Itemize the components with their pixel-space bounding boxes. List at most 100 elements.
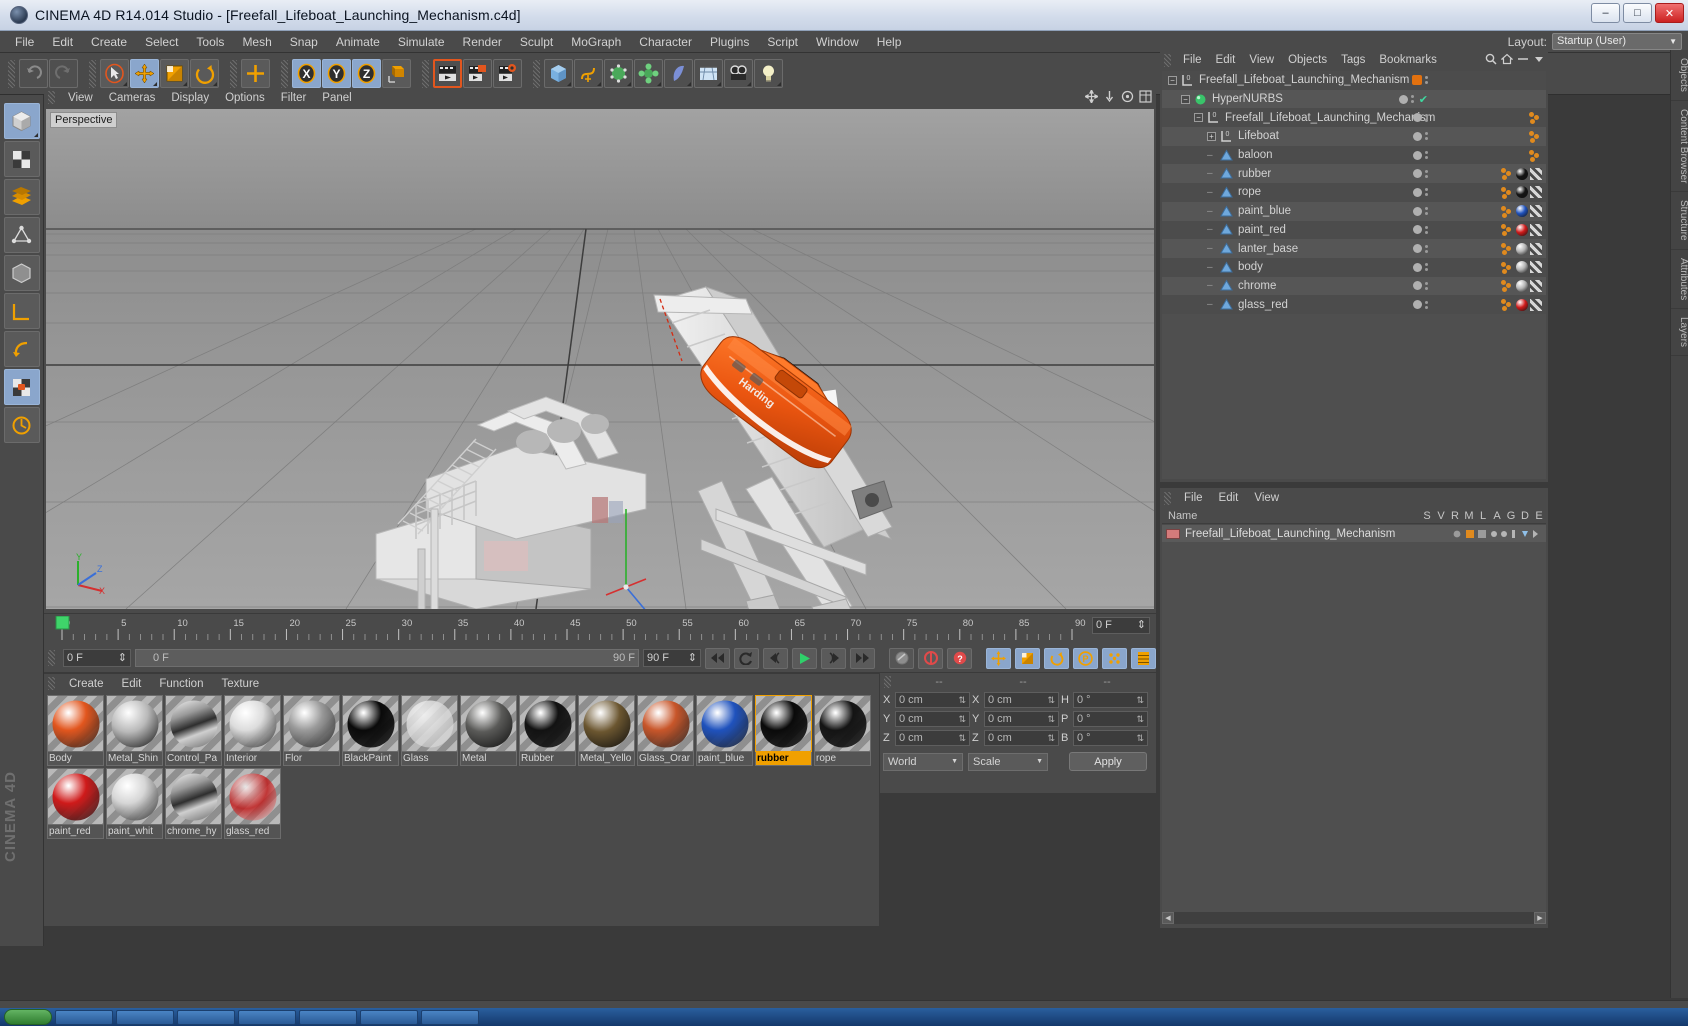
panel-grip[interactable]	[48, 677, 55, 690]
timeline-current-frame-field[interactable]: 0 F ⇕	[1092, 617, 1150, 634]
menu-file[interactable]: File	[6, 31, 43, 53]
stepper-icon[interactable]: ⇅	[1136, 693, 1144, 707]
taskbar-item[interactable]	[116, 1009, 174, 1025]
material-preview[interactable]	[814, 695, 871, 752]
visibility-editor-render-dots[interactable]	[1425, 263, 1428, 272]
coordinate-scale-select[interactable]: Scale ▼	[968, 752, 1048, 771]
visibility-editor-render-dots[interactable]	[1425, 207, 1428, 216]
menu-help[interactable]: Help	[868, 31, 911, 53]
menu-character[interactable]: Character	[630, 31, 701, 53]
material-tag-icon[interactable]	[1516, 223, 1528, 236]
stepper-icon[interactable]: ⇕	[688, 650, 697, 666]
tree-expander[interactable]: +	[1207, 131, 1216, 141]
visibility-dot-icon[interactable]	[1413, 225, 1422, 235]
rail-tab-content-browser[interactable]: Content Browser	[1671, 101, 1688, 193]
material-swatch[interactable]: Body	[47, 695, 104, 766]
object-tree-row[interactable]: – paint_blue	[1162, 201, 1546, 221]
menu-select[interactable]: Select	[136, 31, 187, 53]
visibility-editor-render-dots[interactable]	[1425, 76, 1428, 85]
material-preview[interactable]	[224, 768, 281, 825]
stepper-icon[interactable]: ⇅	[958, 693, 966, 707]
texture-mode-button[interactable]	[3, 141, 40, 177]
object-visibility-dots[interactable]	[1413, 127, 1428, 146]
layer-row-toggles[interactable]	[1452, 528, 1546, 540]
phong-tag-icon[interactable]	[1501, 205, 1514, 218]
enabled-check-icon[interactable]: ✔	[1419, 93, 1428, 106]
step-forward-button[interactable]	[821, 647, 846, 669]
material-tag-icon[interactable]	[1516, 279, 1528, 292]
lock-x-axis-button[interactable]: X	[292, 59, 321, 88]
layer-list-body[interactable]	[1162, 542, 1546, 912]
visibility-editor-render-dots[interactable]	[1425, 113, 1428, 122]
key-timeline-button[interactable]	[1131, 647, 1156, 669]
live-selection-button[interactable]	[100, 59, 129, 88]
texture-tag-icon[interactable]	[1530, 223, 1542, 236]
menu-create[interactable]: Create	[82, 31, 136, 53]
add-spline-button[interactable]	[574, 59, 603, 88]
tree-expander[interactable]: −	[1168, 75, 1177, 85]
object-menu-file[interactable]: File	[1176, 54, 1209, 66]
object-tree-row[interactable]: – glass_red	[1162, 295, 1546, 314]
visibility-dot-icon[interactable]	[1413, 150, 1422, 160]
visibility-dot-icon[interactable]	[1413, 113, 1422, 123]
menu-mograph[interactable]: MoGraph	[562, 31, 630, 53]
undo-button[interactable]	[19, 59, 48, 88]
stepper-icon[interactable]: ⇅	[1047, 693, 1055, 707]
viewport-menu-display[interactable]: Display	[163, 92, 217, 104]
loop-button[interactable]	[734, 647, 759, 669]
object-world-toggle-button[interactable]	[382, 59, 411, 88]
add-camera-button[interactable]	[724, 59, 753, 88]
object-tags[interactable]	[1529, 127, 1542, 146]
layer-menu-file[interactable]: File	[1176, 492, 1211, 504]
object-menu-view[interactable]: View	[1242, 54, 1281, 66]
taskbar-item[interactable]	[55, 1009, 113, 1025]
point-mode-button[interactable]	[3, 217, 40, 253]
render-settings-button[interactable]	[493, 59, 522, 88]
key-position-button[interactable]	[986, 647, 1011, 669]
coordinates-size-field[interactable]: 0 cm ⇅	[984, 729, 1059, 746]
visibility-dot-icon[interactable]	[1413, 206, 1422, 216]
key-rotation-button[interactable]	[1044, 647, 1069, 669]
material-menu-edit[interactable]: Edit	[113, 678, 151, 690]
texture-tag-icon[interactable]	[1530, 261, 1542, 274]
material-swatch[interactable]: BlackPaint	[342, 695, 399, 766]
add-cube-button[interactable]	[544, 59, 573, 88]
object-tree-row[interactable]: – lanter_base	[1162, 239, 1546, 258]
edge-mode-button[interactable]	[3, 255, 40, 291]
texture-tag-icon[interactable]	[1530, 242, 1542, 255]
material-menu-create[interactable]: Create	[60, 678, 113, 690]
object-visibility-dots[interactable]: ✔	[1398, 90, 1428, 109]
menu-snap[interactable]: Snap	[281, 31, 327, 53]
visibility-editor-render-dots[interactable]	[1425, 225, 1428, 234]
visibility-editor-render-dots[interactable]	[1425, 244, 1428, 253]
visibility-dot-icon[interactable]	[1413, 262, 1422, 272]
start-button[interactable]	[4, 1009, 52, 1025]
lock-y-axis-button[interactable]: Y	[322, 59, 351, 88]
material-tag-icon[interactable]	[1516, 261, 1528, 274]
material-preview[interactable]	[460, 695, 517, 752]
viewport-menu-options[interactable]: Options	[217, 92, 273, 104]
menu-simulate[interactable]: Simulate	[389, 31, 454, 53]
object-visibility-dots[interactable]	[1413, 183, 1428, 202]
layer-horizontal-scrollbar[interactable]: ◀ ▶	[1162, 912, 1546, 924]
add-generator-button[interactable]	[604, 59, 633, 88]
add-deformer-button[interactable]	[634, 59, 663, 88]
object-tags[interactable]	[1501, 239, 1542, 258]
add-light-button[interactable]	[754, 59, 783, 88]
visibility-dot-icon[interactable]	[1413, 131, 1422, 141]
material-swatch[interactable]: Flor	[283, 695, 340, 766]
coordinates-size-field[interactable]: 0 cm ⇅	[984, 710, 1059, 727]
model-mode-button[interactable]	[3, 103, 40, 139]
visibility-editor-render-dots[interactable]	[1410, 95, 1414, 104]
panel-grip[interactable]	[1164, 53, 1171, 67]
menu-plugins[interactable]: Plugins	[701, 31, 758, 53]
step-back-button[interactable]	[763, 647, 788, 669]
material-tag-icon[interactable]	[1516, 242, 1528, 255]
taskbar-item[interactable]	[421, 1009, 479, 1025]
phong-tag-icon[interactable]	[1501, 279, 1514, 293]
visibility-editor-render-dots[interactable]	[1425, 132, 1428, 141]
material-swatch[interactable]: glass_red	[224, 768, 281, 839]
viewport-menu-panel[interactable]: Panel	[314, 92, 359, 104]
object-menu-objects[interactable]: Objects	[1281, 54, 1334, 66]
visibility-dot-icon[interactable]	[1413, 187, 1422, 197]
